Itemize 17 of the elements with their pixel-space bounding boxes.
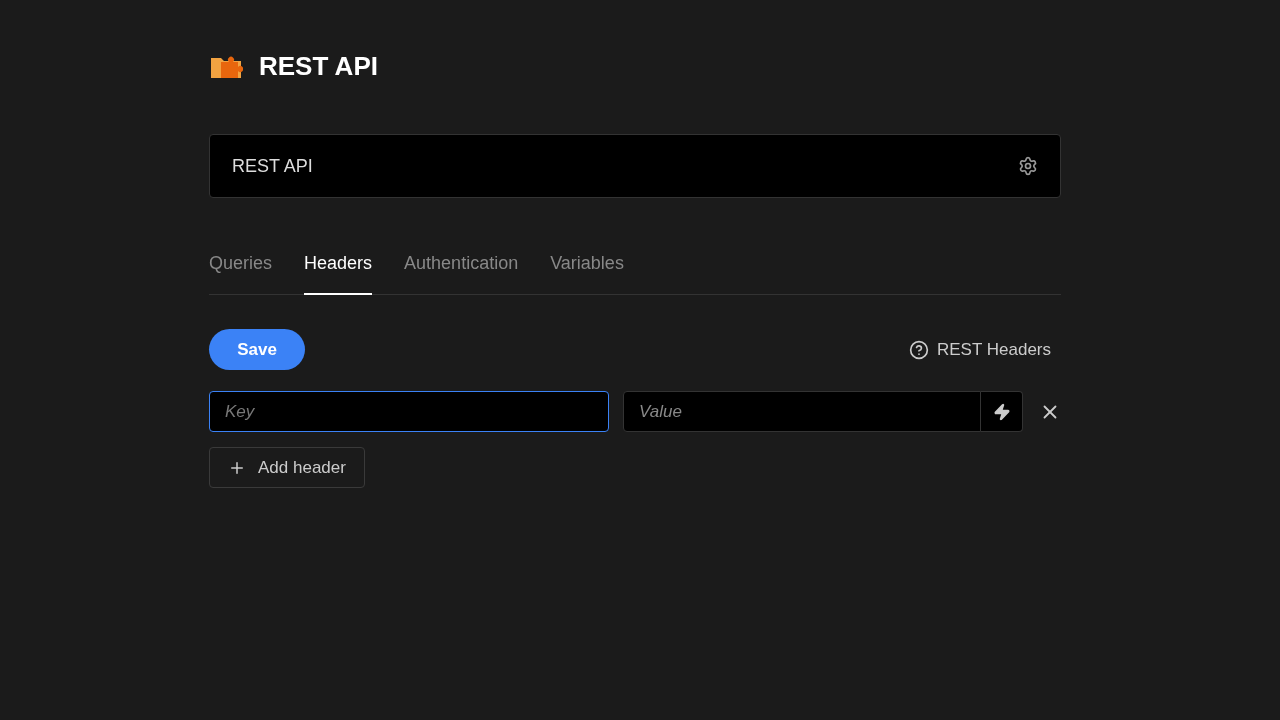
key-field[interactable]: Key bbox=[209, 391, 609, 432]
help-icon bbox=[909, 339, 929, 360]
page-title: REST API bbox=[259, 49, 378, 83]
help-link-text: REST Headers bbox=[937, 338, 1051, 361]
name-field[interactable]: REST API bbox=[209, 134, 1061, 198]
lightning-icon bbox=[992, 402, 1011, 421]
tab[interactable]: Variables bbox=[550, 250, 624, 295]
tab[interactable]: Authentication bbox=[404, 250, 519, 295]
tab[interactable]: Headers bbox=[304, 250, 373, 295]
help-link[interactable]: REST Headers bbox=[909, 336, 1051, 363]
value-field[interactable]: Value bbox=[623, 391, 981, 432]
add-header-button[interactable]: Add header bbox=[209, 447, 365, 488]
save-button[interactable]: Save bbox=[209, 329, 305, 370]
lightning-button[interactable] bbox=[981, 391, 1023, 432]
settings-icon[interactable] bbox=[1018, 156, 1038, 176]
tab[interactable]: Queries bbox=[209, 250, 273, 295]
name-value: REST API bbox=[232, 154, 313, 178]
